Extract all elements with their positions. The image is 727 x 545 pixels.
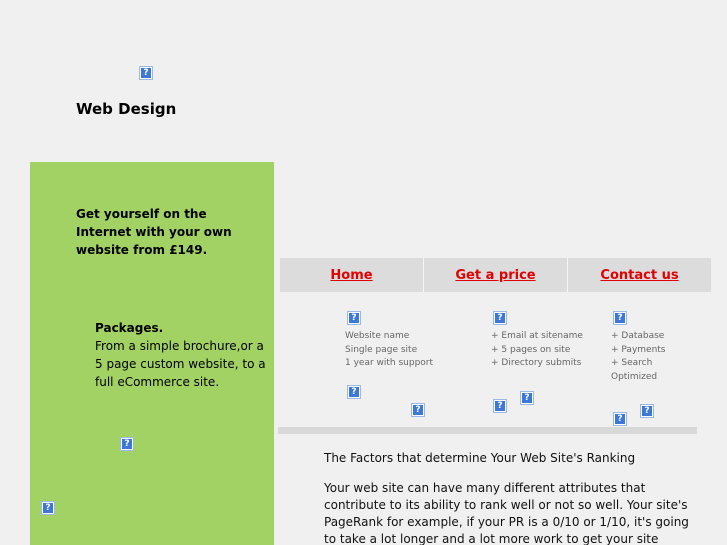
- feature-list-basic: Website name Single page site 1 year wit…: [345, 330, 433, 371]
- broken-image-icon: ?: [139, 66, 153, 80]
- content-divider: [278, 427, 697, 434]
- broken-image-icon: ?: [640, 404, 654, 418]
- article-body: Your web site can have many different at…: [324, 481, 689, 545]
- feature-list-ecommerce: + Database + Payments + Search Optimized: [611, 330, 666, 385]
- packages-block: Packages. From a simple brochure,or a 5 …: [95, 319, 270, 391]
- broken-image-icon: ?: [411, 403, 425, 417]
- site-title: Web Design: [76, 100, 177, 118]
- tagline: Get yourself on the Internet with your o…: [76, 207, 232, 257]
- broken-image-icon: ?: [347, 311, 361, 325]
- nav-home-link[interactable]: Home: [280, 258, 424, 292]
- broken-image-icon: ?: [613, 311, 627, 325]
- nav-contact-us-link[interactable]: Contact us: [568, 258, 711, 292]
- sidebar-panel: Get yourself on the Internet with your o…: [30, 162, 274, 545]
- nav-get-a-price-link[interactable]: Get a price: [424, 258, 568, 292]
- main-nav: Home Get a price Contact us: [280, 258, 711, 292]
- feature-item: + 5 pages on site: [491, 344, 571, 355]
- feature-item: + Directory submits: [491, 358, 582, 369]
- feature-item: Website name: [345, 331, 410, 341]
- broken-image-icon: ?: [493, 399, 507, 413]
- feature-list-standard: + Email at sitename + 5 pages on site + …: [491, 330, 583, 371]
- feature-item: + Database: [611, 331, 665, 341]
- packages-text: From a simple brochure,or a 5 page custo…: [95, 339, 266, 389]
- broken-image-icon: ?: [613, 412, 627, 426]
- feature-item: Optimized: [611, 372, 658, 383]
- article: The Factors that determine Your Web Site…: [324, 450, 696, 545]
- feature-item: + Payments: [611, 344, 666, 355]
- packages-title: Packages.: [95, 321, 164, 335]
- broken-image-icon: ?: [347, 385, 361, 399]
- feature-item: 1 year with support: [345, 358, 434, 369]
- broken-image-icon: ?: [493, 311, 507, 325]
- article-heading: The Factors that determine Your Web Site…: [324, 451, 636, 465]
- feature-item: + Email at sitename: [491, 331, 583, 341]
- feature-item: Single page site: [345, 344, 418, 355]
- feature-item: + Search: [611, 358, 653, 369]
- broken-image-icon: ?: [41, 501, 55, 515]
- broken-image-icon: ?: [520, 391, 534, 405]
- broken-image-icon: ?: [120, 437, 134, 451]
